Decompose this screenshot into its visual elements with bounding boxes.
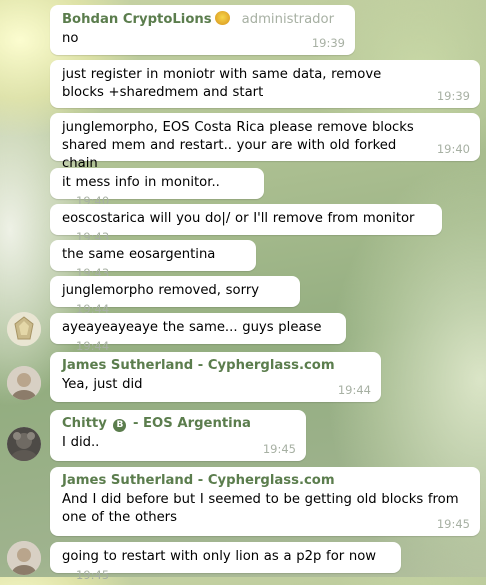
message-bubble[interactable]: it mess info in monitor..19:40 [50,168,264,208]
admin-badge: administrador [241,12,335,27]
bitcoin-badge-icon: B [113,419,127,432]
message-text: I did.. [62,435,100,450]
lion-avatar[interactable] [7,312,41,346]
james-avatar-image [7,366,41,400]
message-text: Yea, just did [62,377,143,392]
chitty-avatar[interactable] [7,427,41,461]
message-text-content: it mess info in monitor.. [62,175,220,190]
sender-name-text[interactable]: Bohdan CryptoLions [62,12,212,27]
message-bubble[interactable]: going to restart with only lion as a p2p… [50,542,401,582]
message-bubble[interactable]: James Sutherland - Cypherglass.com And I… [50,467,480,536]
james-avatar[interactable] [7,366,41,400]
message-bubble[interactable]: eoscostarica will you do|/ or I'll remov… [50,204,442,244]
message-time: 19:40 [436,142,470,156]
message-text-content: ayeayeayeaye the same... guys please [62,320,322,335]
message-bubble[interactable]: just register in moniotr with same data,… [50,60,480,108]
message-text: no [62,31,79,46]
chitty-avatar-image [7,427,41,461]
sender-name-suffix[interactable]: - EOS Argentina [133,416,251,431]
message-text: ayeayeayeaye the same... guys please19:4… [62,319,336,356]
sender-name-text[interactable]: Chitty [62,416,107,431]
message-text: going to restart with only lion as a p2p… [62,548,391,585]
message-text-content: going to restart with only lion as a p2p… [62,549,377,564]
message-time: 19:39 [311,36,345,50]
message-bubble[interactable]: junglemorpho removed, sorry19:44 [50,276,300,316]
message-time: 19:45 [76,568,110,582]
message-text: junglemorpho, EOS Costa Rica please remo… [62,120,419,171]
james-avatar[interactable] [7,541,41,575]
message-time: 19:45 [436,517,470,531]
sender-name[interactable]: James Sutherland - Cypherglass.com [62,358,371,374]
message-text-content: the same eosargentina [62,247,216,262]
message-bubble[interactable]: Bohdan CryptoLions administrador no 19:39 [50,5,355,55]
message-bubble[interactable]: junglemorpho, EOS Costa Rica please remo… [50,113,480,171]
message-bubble[interactable]: the same eosargentina19:43 [50,240,256,280]
message-time: 19:45 [262,442,296,456]
james-avatar-image [7,541,41,575]
message-bubble[interactable]: James Sutherland - Cypherglass.com Yea, … [50,352,381,402]
sender-name[interactable]: Chitty B - EOS Argentina [62,416,296,432]
message-text: And I did before but I seemed to be gett… [62,492,464,525]
message-text-content: eoscostarica will you do|/ or I'll remov… [62,211,415,226]
sender-name[interactable]: Bohdan CryptoLions administrador [62,11,345,28]
lion-avatar-image [7,312,41,346]
message-text: just register in moniotr with same data,… [62,67,386,100]
message-bubble[interactable]: ayeayeayeaye the same... guys please19:4… [50,313,346,353]
message-time: 19:44 [337,383,371,397]
message-bubble[interactable]: Chitty B - EOS Argentina I did.. 19:45 [50,410,306,461]
sender-name[interactable]: James Sutherland - Cypherglass.com [62,473,470,489]
message-time: 19:39 [436,89,470,103]
lion-emoji-icon [214,11,230,25]
message-text-content: junglemorpho removed, sorry [62,283,260,298]
